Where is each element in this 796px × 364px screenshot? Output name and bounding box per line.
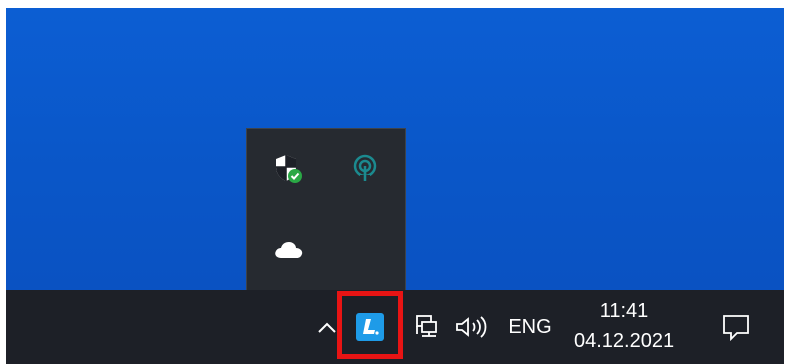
language-indicator[interactable]: ENG	[504, 312, 556, 342]
page-margin	[784, 0, 796, 364]
hotspot-icon[interactable]	[345, 149, 385, 189]
screen: ENG 11:41 04.12.2021	[0, 0, 796, 364]
windows-security-icon[interactable]	[269, 149, 309, 189]
volume-icon[interactable]	[452, 312, 492, 342]
clock[interactable]: 11:41 04.12.2021	[574, 296, 674, 356]
network-icon[interactable]	[410, 312, 442, 342]
highlight-box	[337, 291, 403, 359]
onedrive-icon[interactable]	[269, 229, 309, 269]
clock-time: 11:41	[599, 300, 649, 322]
tray-overflow-flyout	[246, 128, 406, 290]
action-center-icon[interactable]	[718, 310, 754, 344]
clock-date: 04.12.2021	[574, 330, 675, 352]
